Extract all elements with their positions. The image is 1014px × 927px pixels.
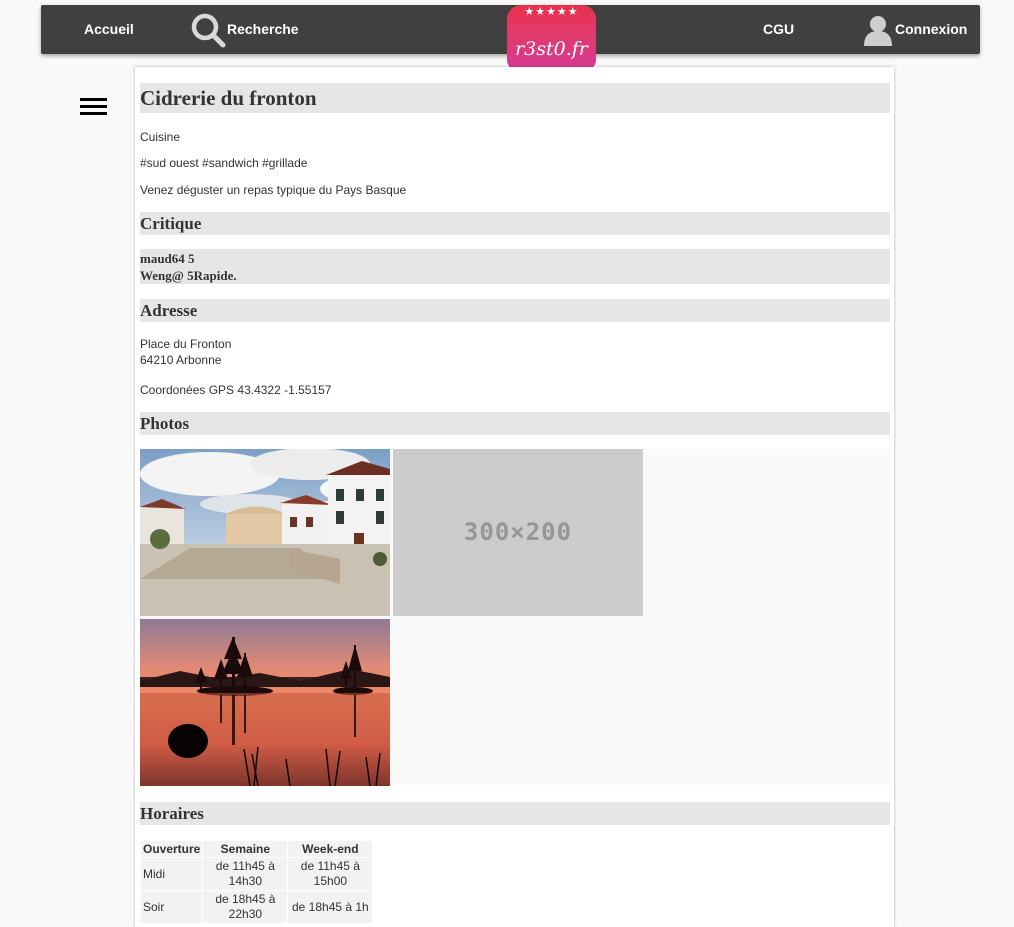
table-row: Soir de 18h45 à 22h30 de 18h45 à 1h — [141, 891, 373, 923]
gps-coordinates: Coordonées GPS 43.4322 -1.55157 — [140, 383, 332, 397]
address-heading: Adresse — [140, 301, 198, 320]
photo-lake-sunset[interactable] — [140, 619, 390, 786]
table-row: Midi de 11h45 à 14h30 de 11h45 à 15h00 — [141, 858, 373, 890]
photo-placeholder[interactable]: 300×200 — [393, 449, 643, 616]
photos-heading: Photos — [140, 414, 190, 433]
photo-building[interactable] — [140, 449, 390, 616]
row-label: Midi — [141, 858, 203, 890]
hours-heading-band: Horaires — [140, 802, 890, 825]
restaurant-tags: #sud ouest #sandwich #grillade — [140, 156, 308, 170]
nav-login-label: Connexion — [895, 21, 968, 37]
site-logo[interactable]: ★★★★★ r3st0.fr — [507, 5, 596, 70]
title-band: Cidrerie du fronton — [140, 83, 890, 113]
user-icon — [864, 16, 892, 46]
table-cell: de 18h45 à 1h — [288, 891, 373, 923]
column-header: Week-end — [288, 841, 373, 857]
hours-heading: Horaires — [140, 804, 204, 823]
column-header: Ouverture — [141, 841, 203, 857]
nav-search-label: Recherche — [227, 21, 299, 37]
review-band: maud64 5 Weng@ 5Rapide. — [140, 249, 890, 284]
logo-text: r3st0.fr — [515, 38, 588, 60]
hamburger-menu-icon[interactable] — [80, 98, 107, 117]
restaurant-name: Cidrerie du fronton — [140, 86, 317, 110]
address-heading-band: Adresse — [140, 299, 890, 322]
column-header: Semaine — [203, 841, 288, 857]
restaurant-description: Venez déguster un repas typique du Pays … — [140, 183, 407, 197]
table-cell: de 11h45 à 15h00 — [288, 858, 373, 890]
review-line-2: Weng@ 5Rapide. — [140, 268, 237, 283]
review-line-1: maud64 5 — [140, 251, 195, 266]
nav-home-link[interactable]: Accueil — [84, 5, 134, 54]
logo-stars: ★★★★★ — [524, 6, 579, 18]
opening-hours-table: Ouverture Semaine Week-end Midi de 11h45… — [140, 840, 373, 924]
critique-heading: Critique — [140, 214, 202, 233]
top-navbar: Accueil Recherche ★★★★★ r3st0.fr CGU Con… — [41, 5, 980, 70]
photo-gallery: 300×200 — [140, 449, 890, 786]
photos-heading-band: Photos — [140, 412, 890, 435]
table-cell: de 11h45 à 14h30 — [203, 858, 288, 890]
address-city: 64210 Arbonne — [140, 353, 222, 367]
placeholder-label: 300×200 — [463, 518, 573, 546]
address-street: Place du Fronton — [140, 337, 232, 351]
restaurant-category: Cuisine — [140, 130, 181, 144]
table-header-row: Ouverture Semaine Week-end — [141, 841, 373, 857]
nav-terms-link[interactable]: CGU — [763, 5, 794, 54]
row-label: Soir — [141, 891, 203, 923]
table-cell: de 18h45 à 22h30 — [203, 891, 288, 923]
search-icon — [191, 13, 226, 48]
critique-heading-band: Critique — [140, 212, 890, 235]
restaurant-detail-panel: Cidrerie du fronton Cuisine #sud ouest #… — [135, 67, 894, 927]
